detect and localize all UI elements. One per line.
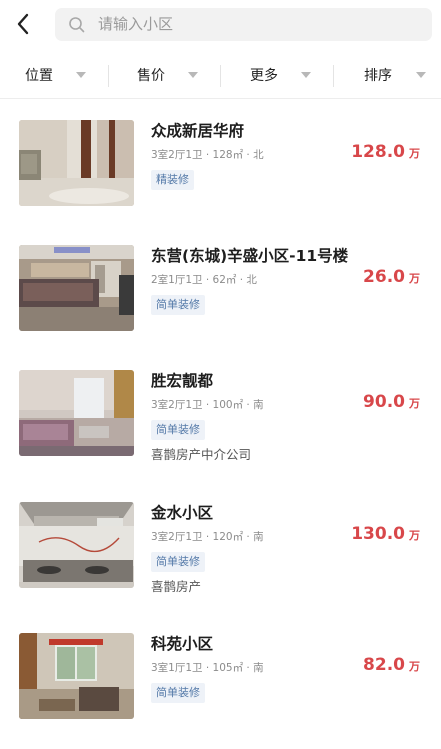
listing-title: 科苑小区 bbox=[151, 635, 214, 653]
listing-meta: 3室1厅1卫 · 105㎡ · 南 bbox=[151, 662, 264, 674]
listing-price: 130.0 万 bbox=[351, 524, 420, 544]
decoration-tag: 简单装修 bbox=[151, 683, 205, 703]
listing-photo bbox=[19, 120, 134, 206]
listing-title: 胜宏靓都 bbox=[151, 372, 214, 390]
filter-bar: 位置 售价 更多 排序 bbox=[0, 56, 441, 96]
price-value: 130.0 bbox=[351, 524, 405, 544]
filter-price[interactable]: 售价 bbox=[109, 56, 220, 96]
listing-meta: 3室2厅1卫 · 128㎡ · 北 bbox=[151, 149, 264, 161]
listing-item[interactable]: 众成新居华府 3室2厅1卫 · 128㎡ · 北 精装修 128.0 万 bbox=[0, 120, 441, 232]
listing-photo bbox=[19, 245, 134, 331]
price-unit: 万 bbox=[409, 397, 420, 410]
listing-item[interactable]: 胜宏靓都 3室2厅1卫 · 100㎡ · 南 简单装修 喜鹊房产中介公司 90.… bbox=[0, 370, 441, 482]
price-unit: 万 bbox=[409, 660, 420, 673]
listing-title: 金水小区 bbox=[151, 504, 214, 522]
price-value: 82.0 bbox=[363, 655, 405, 675]
filter-sort[interactable]: 排序 bbox=[334, 56, 441, 96]
listing-meta: 3室2厅1卫 · 120㎡ · 南 bbox=[151, 531, 264, 543]
decoration-tag: 简单装修 bbox=[151, 295, 205, 315]
caret-down-icon bbox=[301, 72, 311, 78]
filter-location-label: 位置 bbox=[25, 68, 53, 84]
listing-price: 26.0 万 bbox=[363, 267, 420, 287]
filter-more[interactable]: 更多 bbox=[221, 56, 333, 96]
divider bbox=[0, 98, 441, 99]
listing-price: 90.0 万 bbox=[363, 392, 420, 412]
search-input[interactable]: 请输入小区 bbox=[98, 15, 173, 34]
listing-item[interactable]: 东营(东城)辛盛小区-11号楼 2室1厅1卫 · 62㎡ · 北 简单装修 26… bbox=[0, 245, 441, 357]
decoration-tag: 精装修 bbox=[151, 170, 194, 190]
listing-meta: 2室1厅1卫 · 62㎡ · 北 bbox=[151, 274, 257, 286]
decoration-tag: 简单装修 bbox=[151, 552, 205, 572]
caret-down-icon bbox=[188, 72, 198, 78]
price-value: 90.0 bbox=[363, 392, 405, 412]
agency-name: 喜鹊房产 bbox=[151, 579, 202, 594]
listing-price: 82.0 万 bbox=[363, 655, 420, 675]
search-bar[interactable]: 请输入小区 bbox=[55, 8, 432, 41]
listing-meta: 3室2厅1卫 · 100㎡ · 南 bbox=[151, 399, 264, 411]
caret-down-icon bbox=[76, 72, 86, 78]
price-value: 26.0 bbox=[363, 267, 405, 287]
listing-photo bbox=[19, 502, 134, 588]
chevron-left-icon bbox=[17, 13, 29, 35]
price-unit: 万 bbox=[409, 147, 420, 160]
price-unit: 万 bbox=[409, 272, 420, 285]
price-unit: 万 bbox=[409, 529, 420, 542]
filter-price-label: 售价 bbox=[137, 68, 165, 84]
filter-sort-label: 排序 bbox=[364, 68, 392, 84]
top-bar: 请输入小区 bbox=[0, 0, 441, 50]
caret-down-icon bbox=[416, 72, 426, 78]
listing-item[interactable]: 金水小区 3室2厅1卫 · 120㎡ · 南 简单装修 喜鹊房产 130.0 万 bbox=[0, 502, 441, 614]
price-value: 128.0 bbox=[351, 142, 405, 162]
listing-price: 128.0 万 bbox=[351, 142, 420, 162]
decoration-tag: 简单装修 bbox=[151, 420, 205, 440]
listing-title: 众成新居华府 bbox=[151, 122, 245, 140]
filter-more-label: 更多 bbox=[250, 68, 278, 84]
listing-item[interactable]: 科苑小区 3室1厅1卫 · 105㎡ · 南 简单装修 82.0 万 bbox=[0, 633, 441, 745]
listing-photo bbox=[19, 370, 134, 456]
back-button[interactable] bbox=[12, 10, 38, 38]
agency-name: 喜鹊房产中介公司 bbox=[151, 447, 252, 462]
search-icon bbox=[69, 17, 85, 33]
listing-photo bbox=[19, 633, 134, 719]
filter-location[interactable]: 位置 bbox=[0, 56, 108, 96]
listing-title: 东营(东城)辛盛小区-11号楼 bbox=[151, 247, 349, 265]
